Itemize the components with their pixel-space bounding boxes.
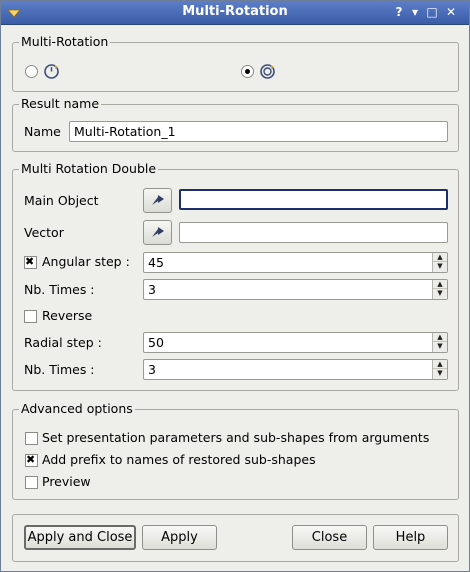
radial-step-arrows[interactable]: ▲ ▼: [432, 333, 447, 352]
result-name-input[interactable]: Multi-Rotation_1: [69, 121, 448, 142]
add-prefix-checkbox[interactable]: [25, 453, 38, 467]
add-prefix-label: Add prefix to names of restored sub-shap…: [42, 452, 316, 467]
vector-select-button[interactable]: [143, 220, 172, 245]
nb-times-1-label: Nb. Times :: [24, 282, 95, 297]
presentation-params-checkbox[interactable]: [25, 432, 38, 445]
radio-simple-rotation[interactable]: [25, 65, 38, 78]
angular-step-spinbox[interactable]: 45 ▲ ▼: [143, 252, 448, 273]
close-icon[interactable]: ✕: [443, 4, 459, 20]
minimize-icon[interactable]: ▾: [407, 4, 423, 20]
spin-down-icon[interactable]: ▼: [433, 262, 447, 271]
nb-times-1-arrows[interactable]: ▲ ▼: [432, 280, 447, 299]
spin-down-icon[interactable]: ▼: [433, 289, 447, 298]
spin-up-icon[interactable]: ▲: [433, 333, 447, 342]
title-bar[interactable]: Multi-Rotation ? ▾ □ ✕: [1, 1, 469, 25]
nb-times-1-spinbox[interactable]: 3 ▲ ▼: [143, 279, 448, 300]
angular-step-arrows[interactable]: ▲ ▼: [432, 253, 447, 272]
select-arrow-icon: [152, 195, 164, 205]
multi-rotation-double-group: Multi Rotation Double Main Object Vector…: [12, 161, 459, 391]
maximize-icon[interactable]: □: [424, 4, 440, 20]
advanced-options-group: Advanced options Set presentation parame…: [12, 401, 459, 500]
rotation-simple-icon: [44, 64, 59, 79]
radio-double-rotation[interactable]: [241, 65, 254, 78]
result-name-group: Result name Name Multi-Rotation_1: [12, 96, 459, 152]
main-object-select-button[interactable]: [143, 188, 172, 213]
help-button[interactable]: Help: [373, 525, 448, 550]
apply-button[interactable]: Apply: [142, 525, 217, 550]
spin-up-icon[interactable]: ▲: [433, 253, 447, 262]
advanced-options-group-title: Advanced options: [19, 401, 135, 416]
rotation-double-icon: [260, 64, 275, 79]
multi-rotation-group-title: Multi-Rotation: [19, 34, 111, 49]
reverse-checkbox[interactable]: [24, 310, 37, 323]
nb-times-1-value: 3: [148, 282, 156, 297]
nb-times-2-arrows[interactable]: ▲ ▼: [432, 360, 447, 379]
angular-step-value: 45: [148, 255, 164, 270]
radial-step-spinbox[interactable]: 50 ▲ ▼: [143, 332, 448, 353]
vector-input[interactable]: [179, 222, 448, 243]
main-object-input[interactable]: [179, 189, 448, 210]
multi-rotation-double-group-title: Multi Rotation Double: [19, 161, 159, 176]
radial-step-label: Radial step :: [24, 335, 102, 350]
main-object-label: Main Object: [24, 193, 99, 208]
result-name-group-title: Result name: [19, 96, 102, 111]
preview-checkbox[interactable]: [25, 476, 38, 489]
button-bar: Apply and Close Apply Close Help: [12, 514, 459, 562]
spin-down-icon[interactable]: ▼: [433, 369, 447, 378]
reverse-label: Reverse: [42, 308, 93, 323]
spin-down-icon[interactable]: ▼: [433, 342, 447, 351]
spin-up-icon[interactable]: ▲: [433, 360, 447, 369]
preview-label: Preview: [42, 474, 91, 489]
nb-times-2-spinbox[interactable]: 3 ▲ ▼: [143, 359, 448, 380]
angular-step-label: Angular step :: [42, 254, 130, 269]
multi-rotation-group: Multi-Rotation: [12, 34, 459, 92]
dialog-window: Multi-Rotation ? ▾ □ ✕ Multi-Rotation Re…: [0, 0, 470, 572]
select-arrow-icon: [152, 227, 164, 237]
nb-times-2-label: Nb. Times :: [24, 362, 95, 377]
name-label: Name: [24, 124, 61, 139]
angular-step-checkbox[interactable]: [24, 255, 37, 269]
nb-times-2-value: 3: [148, 362, 156, 377]
close-button[interactable]: Close: [292, 525, 367, 550]
vector-label: Vector: [24, 225, 64, 240]
help-title-icon[interactable]: ?: [391, 4, 407, 20]
presentation-params-label: Set presentation parameters and sub-shap…: [42, 430, 430, 445]
apply-and-close-button[interactable]: Apply and Close: [24, 525, 136, 550]
radial-step-value: 50: [148, 335, 164, 350]
spin-up-icon[interactable]: ▲: [433, 280, 447, 289]
